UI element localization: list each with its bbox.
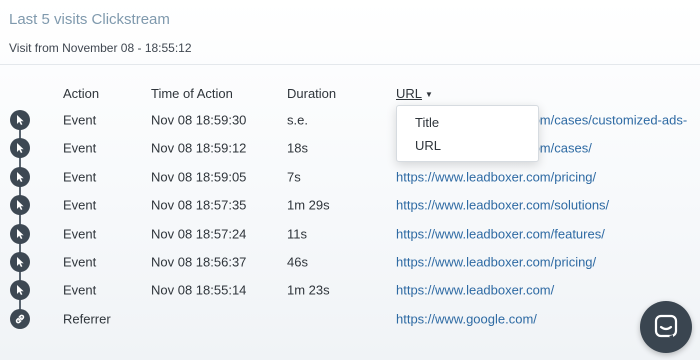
action-cell: Event — [63, 140, 97, 156]
menu-item-url[interactable]: URL — [415, 138, 441, 153]
duration-cell: 11s — [287, 226, 307, 242]
url-link[interactable]: https://www.leadboxer.com/solutions/ — [396, 198, 609, 213]
duration-cell: 18s — [287, 140, 308, 156]
action-cell: Event — [63, 226, 97, 242]
time-cell: Nov 08 18:59:30 — [151, 112, 247, 128]
cursor-icon — [10, 224, 30, 244]
time-cell: Nov 08 18:59:05 — [151, 169, 247, 185]
column-header-action: Action — [63, 86, 100, 101]
column-header-time: Time of Action — [151, 86, 233, 101]
column-header-duration: Duration — [287, 86, 337, 101]
time-cell: Nov 08 18:57:35 — [151, 197, 247, 213]
action-cell: Referrer — [63, 311, 111, 327]
action-cell: Event — [63, 169, 97, 185]
time-cell: Nov 08 18:56:37 — [151, 254, 247, 270]
url-column-dropdown[interactable]: URL ▼ — [396, 86, 433, 101]
cursor-icon — [10, 280, 30, 300]
table-row: Event Nov 08 18:57:24 11s https://www.leadb… — [0, 220, 700, 248]
cursor-icon — [10, 252, 30, 272]
chat-icon — [654, 314, 678, 340]
chat-button[interactable] — [640, 301, 692, 353]
column-header-url: URL — [396, 86, 423, 101]
table-row: EventNov 08 18:59:1218shttps://www.leadb… — [0, 134, 700, 162]
cursor-icon — [10, 167, 30, 187]
url-link[interactable]: https://www.leadboxer.com/pricing/ — [396, 170, 596, 185]
time-cell: Nov 08 18:57:24 — [151, 226, 247, 242]
time-cell: Nov 08 18:59:12 — [151, 140, 247, 156]
duration-cell: 1m 23s — [287, 282, 330, 298]
action-cell: Event — [63, 282, 97, 298]
duration-cell: 46s — [287, 254, 308, 270]
link-icon — [10, 309, 30, 329]
url-link[interactable]: https://www.google.com/ — [396, 312, 537, 327]
action-cell: Event — [63, 197, 97, 213]
url-column-menu: Title URL — [396, 105, 539, 162]
duration-cell: s.e. — [287, 112, 308, 128]
url-link[interactable]: https://www.leadboxer.com/pricing/ — [396, 255, 596, 270]
duration-cell: 1m 29s — [287, 197, 330, 213]
table-row: Event Nov 08 18:59:30 s.e. https://www.lead… — [0, 106, 700, 134]
table-row: Event Nov 08 18:59:05 7s https://www.leadbo… — [0, 163, 700, 191]
clickstream-title: Last 5 visits Clickstream — [9, 11, 170, 28]
table-row: Event Nov 08 18:56:37 46s https://www.leadb… — [0, 248, 700, 276]
divider — [0, 64, 700, 65]
url-link[interactable]: https://www.leadboxer.com/ — [396, 283, 554, 298]
table-row: Event Nov 08 18:57:35 1m 29s https://www.le… — [0, 191, 700, 219]
table-row: Event Nov 08 18:55:14 1m 23s https://www.le… — [0, 276, 700, 304]
url-link[interactable]: https://www.leadboxer.com/features/ — [396, 227, 605, 242]
time-cell: Nov 08 18:55:14 — [151, 282, 247, 298]
caret-down-icon: ▼ — [425, 90, 433, 99]
action-cell: Event — [63, 112, 97, 128]
action-cell: Event — [63, 254, 97, 270]
cursor-icon — [10, 138, 30, 158]
visit-subtitle: Visit from November 08 - 18:55:12 — [9, 41, 192, 55]
menu-item-title[interactable]: Title — [415, 115, 439, 130]
cursor-icon — [10, 195, 30, 215]
table-row: Referrer https://www.google.com/ — [0, 305, 700, 333]
duration-cell: 7s — [287, 169, 301, 185]
cursor-icon — [10, 110, 30, 130]
